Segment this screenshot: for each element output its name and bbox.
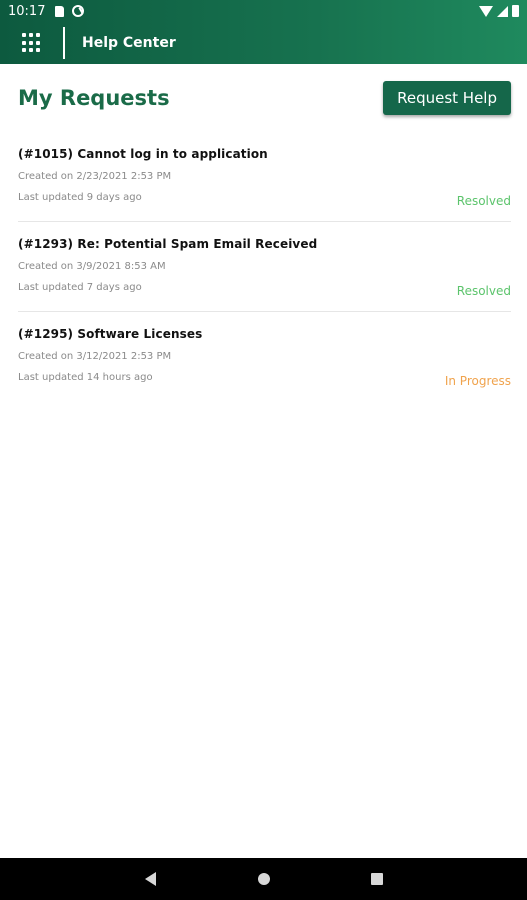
request-updated: Last updated 7 days ago bbox=[18, 282, 142, 293]
request-help-button[interactable]: Request Help bbox=[383, 81, 511, 115]
request-list: (#1015) Cannot log in to application Cre… bbox=[18, 132, 511, 402]
request-item[interactable]: (#1015) Cannot log in to application Cre… bbox=[18, 132, 511, 222]
app-bar-divider bbox=[63, 27, 65, 59]
system-nav-bar bbox=[0, 858, 527, 900]
request-status: Resolved bbox=[456, 194, 511, 208]
request-status: Resolved bbox=[456, 284, 511, 298]
battery-icon bbox=[512, 5, 519, 17]
request-title: (#1015) Cannot log in to application bbox=[18, 147, 268, 161]
status-time: 10:17 bbox=[8, 3, 46, 19]
request-updated: Last updated 14 hours ago bbox=[18, 372, 153, 383]
app-bar: Help Center bbox=[0, 22, 527, 64]
grid-menu-icon[interactable] bbox=[22, 33, 42, 53]
wifi-icon bbox=[479, 5, 493, 17]
back-icon[interactable] bbox=[145, 872, 156, 886]
page-title: My Requests bbox=[18, 86, 170, 110]
request-created: Created on 3/9/2021 8:53 AM bbox=[18, 261, 166, 272]
signal-icon bbox=[497, 5, 508, 17]
request-updated: Last updated 9 days ago bbox=[18, 192, 142, 203]
request-status: In Progress bbox=[444, 374, 511, 388]
sync-icon bbox=[72, 5, 85, 17]
home-icon[interactable] bbox=[258, 873, 270, 885]
app-title: Help Center bbox=[82, 35, 176, 51]
recent-apps-icon[interactable] bbox=[371, 873, 383, 885]
status-right-icons bbox=[479, 5, 519, 17]
request-item[interactable]: (#1295) Software Licenses Created on 3/1… bbox=[18, 312, 511, 402]
request-created: Created on 3/12/2021 2:53 PM bbox=[18, 351, 172, 362]
request-created: Created on 2/23/2021 2:53 PM bbox=[18, 171, 172, 182]
request-title: (#1295) Software Licenses bbox=[18, 327, 203, 341]
page-header: My Requests Request Help bbox=[18, 81, 511, 115]
status-bar: 10:17 bbox=[0, 0, 527, 22]
request-item[interactable]: (#1293) Re: Potential Spam Email Receive… bbox=[18, 222, 511, 312]
request-title: (#1293) Re: Potential Spam Email Receive… bbox=[18, 237, 318, 251]
sd-card-icon bbox=[55, 5, 65, 17]
